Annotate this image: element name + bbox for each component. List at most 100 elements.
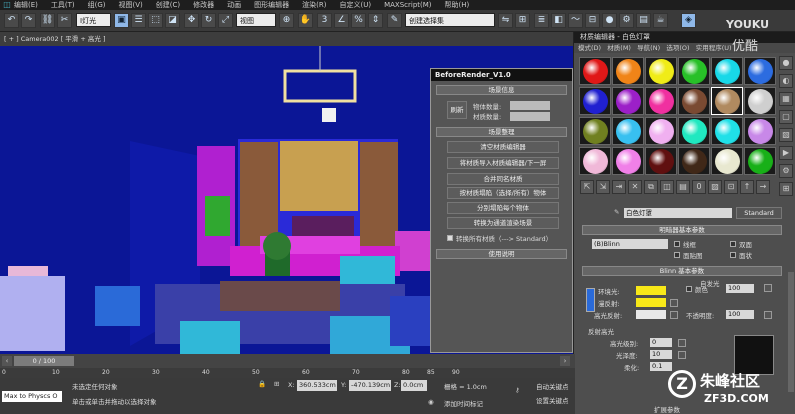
window-crossing-icon[interactable]: ◪ xyxy=(165,13,180,28)
copy-material-icon[interactable]: ⧉ xyxy=(644,180,658,194)
two-sided-checkbox[interactable] xyxy=(730,241,736,247)
menu-mode[interactable]: 模式(D) xyxy=(578,44,601,52)
backlight-icon[interactable]: ◐ xyxy=(779,74,793,88)
convert-all-checkbox[interactable] xyxy=(447,235,453,241)
material-type-button[interactable]: Standard xyxy=(736,207,782,219)
collapse-by-material-button[interactable]: 按材质塌陷（选择/所有）物体 xyxy=(447,187,559,199)
material-slot[interactable] xyxy=(612,57,644,85)
material-slot[interactable] xyxy=(645,117,677,145)
opacity-map-button[interactable] xyxy=(764,311,772,319)
make-preview-icon[interactable]: ▶ xyxy=(779,146,793,160)
angle-snap-icon[interactable]: ∠ xyxy=(334,13,349,28)
menu-modifiers[interactable]: 修改器 xyxy=(193,0,214,10)
menu-maxscript[interactable]: MAXScript(M) xyxy=(384,1,431,9)
opacity-spinner[interactable]: 100 xyxy=(726,310,754,319)
spec-level-map-button[interactable] xyxy=(678,339,686,347)
spinner-snap-icon[interactable]: ⇕ xyxy=(368,13,383,28)
material-editor-title[interactable]: 材质编辑器 - 白色灯罩 xyxy=(574,32,795,43)
set-key-button[interactable]: 设置关键点 xyxy=(536,395,569,405)
undo-icon[interactable]: ↶ xyxy=(4,13,19,28)
before-render-title[interactable]: BeforeRender_V1.0 xyxy=(431,69,572,81)
show-map-icon[interactable]: ▨ xyxy=(708,180,722,194)
rect-region-icon[interactable]: ⬚ xyxy=(148,13,163,28)
add-time-tag[interactable]: 添加时间标记 xyxy=(444,398,483,408)
eyedropper-icon[interactable]: ✎ xyxy=(614,208,619,216)
max-logo-icon[interactable]: ◫ xyxy=(0,0,14,10)
time-prev-icon[interactable]: ‹ xyxy=(2,356,12,366)
menu-navigation[interactable]: 导航(N) xyxy=(637,44,660,52)
channel-render-button[interactable]: 转换为通道渲染场景 xyxy=(447,217,559,229)
help-rollout[interactable]: 使用说明 xyxy=(436,249,567,259)
checker-background-icon[interactable]: ▦ xyxy=(779,92,793,106)
material-slot[interactable] xyxy=(579,57,611,85)
material-slot[interactable] xyxy=(678,147,710,175)
material-slot[interactable] xyxy=(711,87,743,115)
spec-level-spinner[interactable]: 0 xyxy=(650,338,672,347)
menu-animation[interactable]: 动画 xyxy=(227,0,241,10)
wire-checkbox[interactable] xyxy=(674,241,680,247)
select-manipulate-icon[interactable]: ✋ xyxy=(298,13,313,28)
material-slot[interactable] xyxy=(678,87,710,115)
material-slot[interactable] xyxy=(678,57,710,85)
z-coord-field[interactable]: 0.0cm xyxy=(401,380,427,391)
material-slot[interactable] xyxy=(612,147,644,175)
diffuse-swatch[interactable] xyxy=(636,298,666,307)
show-end-result-icon[interactable]: ⊡ xyxy=(724,180,738,194)
lock-selection-icon[interactable]: 🔒 xyxy=(258,380,266,388)
material-slot[interactable] xyxy=(579,87,611,115)
menu-options[interactable]: 选项(O) xyxy=(666,44,689,52)
material-slot[interactable] xyxy=(678,117,710,145)
go-sibling-icon[interactable]: → xyxy=(756,180,770,194)
time-next-icon[interactable]: › xyxy=(560,356,570,366)
material-editor-icon[interactable]: ● xyxy=(602,13,617,28)
rotate-icon[interactable]: ↻ xyxy=(201,13,216,28)
menu-edit[interactable]: 编辑(E) xyxy=(14,0,38,10)
edit-named-sets-icon[interactable]: ✎ xyxy=(387,13,402,28)
shader-basic-rollout[interactable]: 明暗器基本参数 xyxy=(582,225,782,235)
material-slot[interactable] xyxy=(579,147,611,175)
menu-group[interactable]: 组(G) xyxy=(88,0,106,10)
pivot-center-icon[interactable]: ⊕ xyxy=(279,13,294,28)
material-slot[interactable] xyxy=(645,57,677,85)
put-to-library-icon[interactable]: ▤ xyxy=(676,180,690,194)
rendered-frame-icon[interactable]: ▤ xyxy=(636,13,651,28)
material-slot[interactable] xyxy=(579,117,611,145)
x-coord-field[interactable]: 360.533cm xyxy=(297,380,337,391)
align-icon[interactable]: ⊞ xyxy=(515,13,530,28)
render-setup-icon[interactable]: ⚙ xyxy=(619,13,634,28)
material-slot[interactable] xyxy=(612,87,644,115)
scale-icon[interactable]: ⤢ xyxy=(218,13,233,28)
material-slot[interactable] xyxy=(744,57,776,85)
self-illum-map-button[interactable] xyxy=(764,284,772,292)
menu-customize[interactable]: 自定义(U) xyxy=(339,0,371,10)
faceted-checkbox[interactable] xyxy=(730,252,736,258)
curve-editor-icon[interactable]: 〜 xyxy=(568,13,583,28)
glossiness-spinner[interactable]: 10 xyxy=(650,350,672,359)
graphite-icon[interactable]: ◧ xyxy=(551,13,566,28)
glossiness-map-button[interactable] xyxy=(678,351,686,359)
face-map-checkbox[interactable] xyxy=(674,252,680,258)
named-selection-set-dropdown[interactable]: 创建选择集 xyxy=(405,13,495,27)
auto-key-button[interactable]: 自动关键点 xyxy=(536,381,569,391)
ambient-swatch[interactable] xyxy=(636,286,666,295)
material-id-icon[interactable]: 0 xyxy=(692,180,706,194)
menu-utilities[interactable]: 实用程序(U) xyxy=(696,44,732,52)
specular-swatch[interactable] xyxy=(636,310,666,319)
select-by-material-icon[interactable]: ⊞ xyxy=(779,182,793,196)
shader-dropdown[interactable]: (B)Blinn xyxy=(592,239,668,249)
menu-help[interactable]: 帮助(H) xyxy=(445,0,470,10)
redo-icon[interactable]: ↷ xyxy=(21,13,36,28)
menu-tools[interactable]: 工具(T) xyxy=(51,0,75,10)
material-name-field[interactable]: 白色灯罩 xyxy=(624,208,732,218)
merge-same-name-button[interactable]: 合并同名材质 xyxy=(447,173,559,185)
active-shade-icon[interactable]: ◈ xyxy=(681,13,696,28)
assign-material-icon[interactable]: ⇥ xyxy=(612,180,626,194)
sample-uv-icon[interactable]: ▢ xyxy=(779,110,793,124)
select-by-name-icon[interactable]: ☰ xyxy=(131,13,146,28)
reset-map-icon[interactable]: ✕ xyxy=(628,180,642,194)
go-parent-icon[interactable]: ↑ xyxy=(740,180,754,194)
time-slider-thumb[interactable]: 0 / 100 xyxy=(14,356,74,366)
reference-coord-dropdown[interactable]: 视图 xyxy=(236,13,276,27)
self-illum-spinner[interactable]: 100 xyxy=(726,284,754,293)
unlink-icon[interactable]: ✂ xyxy=(57,13,72,28)
